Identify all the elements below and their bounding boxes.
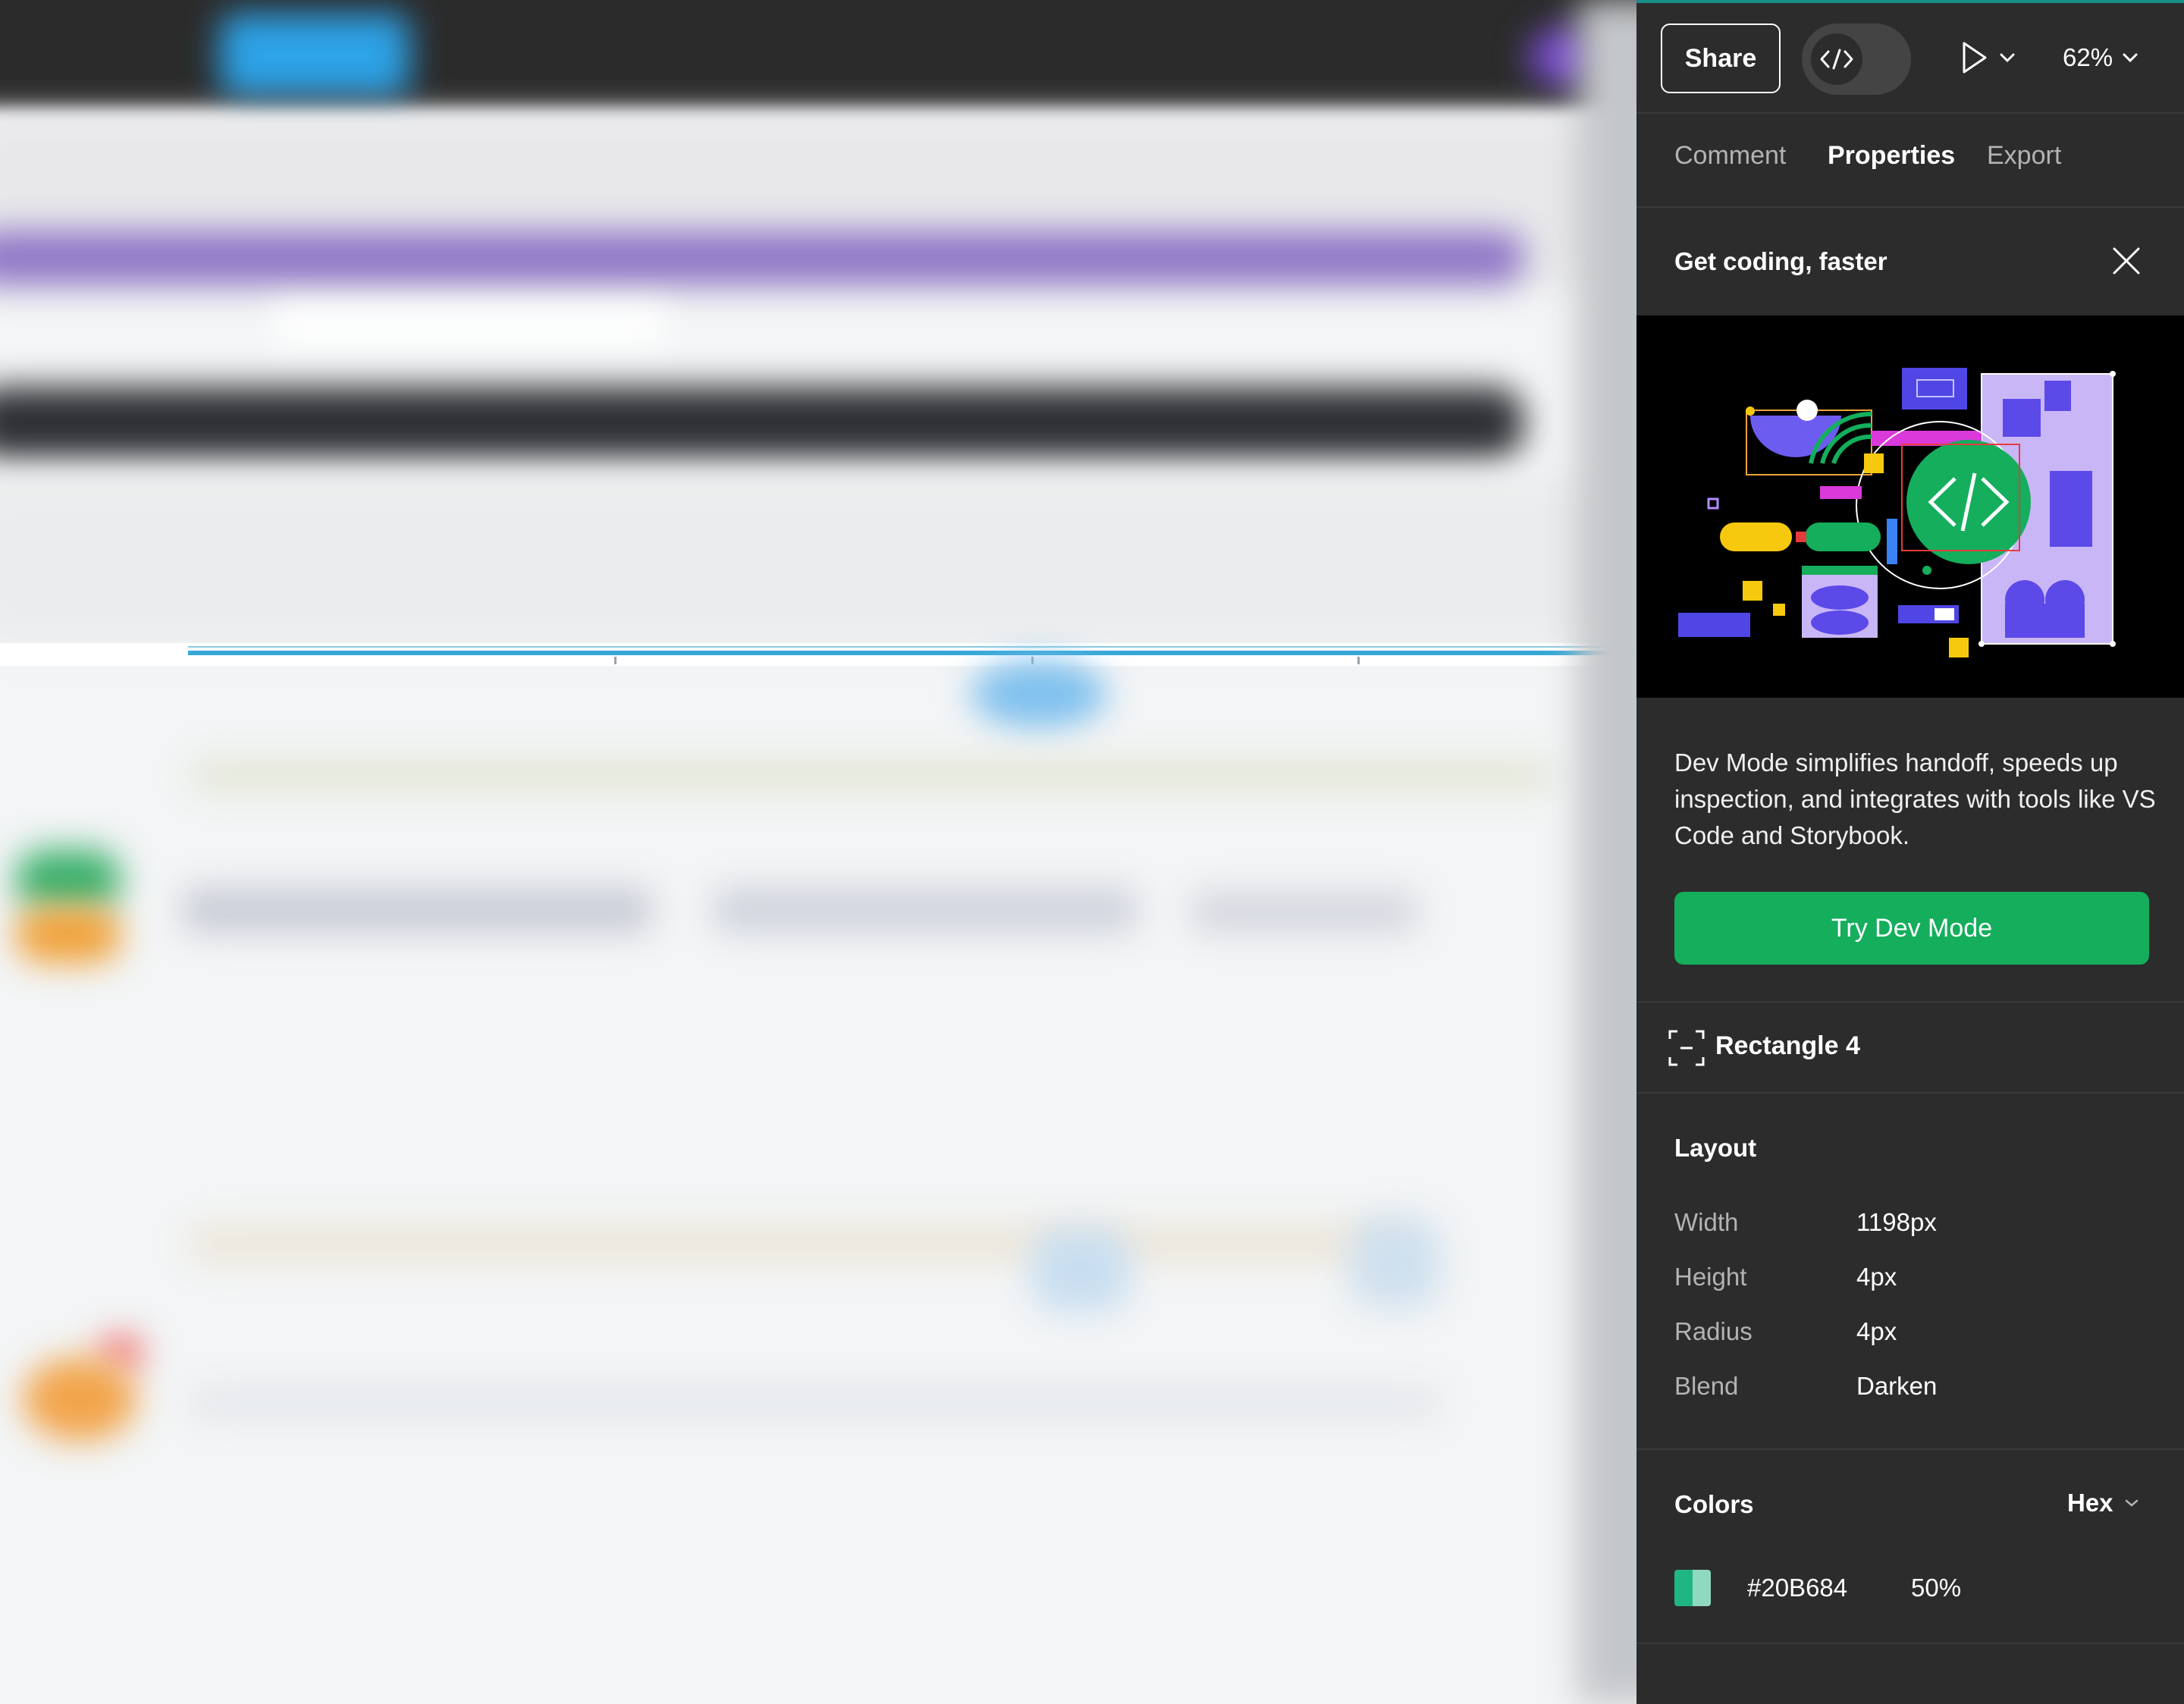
promo-title: Get coding, faster	[1674, 247, 1887, 275]
dev-mode-toggle[interactable]	[1802, 24, 1911, 95]
tab-comment[interactable]: Comment	[1674, 141, 1786, 171]
close-icon[interactable]	[2110, 244, 2143, 278]
swatch-solid	[1674, 1570, 1693, 1606]
blend-label: Blend	[1674, 1372, 1739, 1400]
colors-section-title: Colors	[1674, 1490, 1754, 1518]
canvas-blue-button-blurred	[220, 14, 410, 97]
promo-header: Get coding, faster	[1636, 208, 2184, 315]
height-label: Height	[1674, 1263, 1747, 1291]
chevron-down-icon	[2123, 53, 2138, 63]
chevron-down-icon	[2125, 1499, 2138, 1507]
share-button[interactable]: Share	[1661, 24, 1781, 93]
canvas-orange-avatar-blurred	[15, 906, 121, 963]
canvas-blue-blob-blurred	[1350, 1217, 1441, 1308]
canvas-row-blurred	[190, 1388, 1441, 1418]
width-value[interactable]: 1198px	[1856, 1208, 1937, 1237]
canvas-dark-bar-blurred	[0, 387, 1524, 459]
code-icon	[1811, 33, 1862, 85]
panel-tabs: Comment Properties Export	[1636, 112, 2184, 208]
color-format-value: Hex	[2067, 1489, 2113, 1517]
dev-mode-illustration	[1636, 315, 2184, 698]
zoom-level: 62%	[2063, 43, 2113, 71]
canvas-orange-avatar-blurred	[23, 1357, 136, 1441]
color-swatch[interactable]	[1674, 1570, 1711, 1606]
divider	[1636, 1092, 2184, 1094]
color-hex-value[interactable]: #20B684	[1747, 1574, 1847, 1602]
panel-toolbar: Share 62%	[1636, 3, 2184, 114]
selected-rectangle[interactable]	[188, 651, 1636, 655]
design-canvas[interactable]	[0, 0, 1636, 1704]
canvas-text-blurred	[713, 887, 1138, 933]
ruler-tick	[1357, 657, 1360, 664]
color-opacity-value[interactable]: 50%	[1911, 1574, 1961, 1602]
divider	[1636, 1643, 2184, 1644]
selected-rectangle-strip[interactable]	[0, 643, 1636, 666]
promo-description: Dev Mode simplifies handoff, speeds up i…	[1674, 748, 2156, 849]
swatch-transparent	[1693, 1570, 1711, 1606]
selection-outline	[188, 646, 1636, 648]
try-dev-mode-button[interactable]: Try Dev Mode	[1674, 892, 2149, 965]
canvas-row-blurred	[190, 1225, 1403, 1263]
canvas-text-blurred	[1191, 891, 1418, 933]
width-label: Width	[1674, 1208, 1739, 1236]
properties-panel: Share 62% Comment Properties Export Get …	[1636, 0, 2184, 1704]
canvas-white-strip-blurred	[273, 307, 667, 345]
blend-value[interactable]: Darken	[1856, 1372, 1937, 1401]
present-button[interactable]	[1961, 35, 2034, 80]
tab-export[interactable]: Export	[1987, 141, 2061, 171]
canvas-text-blurred	[182, 887, 652, 933]
tab-properties[interactable]: Properties	[1828, 141, 1955, 171]
canvas-row-blurred	[190, 758, 1555, 792]
chevron-down-icon	[2000, 53, 2015, 63]
color-format-dropdown[interactable]: Hex	[2067, 1489, 2139, 1517]
height-value[interactable]: 4px	[1856, 1263, 1897, 1291]
canvas-purple-bar-blurred	[0, 231, 1524, 284]
layer-name: Rectangle 4	[1715, 1031, 1860, 1060]
play-icon	[1963, 42, 1987, 74]
layout-section-title: Layout	[1674, 1134, 1757, 1162]
radius-label: Radius	[1674, 1317, 1753, 1345]
selected-layer[interactable]: Rectangle 4	[1636, 1003, 2184, 1092]
canvas-blue-blob-blurred	[1031, 1229, 1130, 1312]
radius-value[interactable]: 4px	[1856, 1317, 1897, 1346]
canvas-green-avatar-blurred	[15, 849, 121, 910]
ruler-tick	[614, 657, 617, 664]
canvas-blue-blob-blurred	[971, 660, 1107, 728]
rectangle-frame-icon	[1668, 1030, 1705, 1066]
canvas-mid-band-blurred	[0, 478, 1636, 645]
divider	[1636, 1448, 2184, 1450]
panel-shadow	[1577, 0, 1636, 1704]
zoom-dropdown[interactable]: 62%	[2063, 35, 2169, 80]
